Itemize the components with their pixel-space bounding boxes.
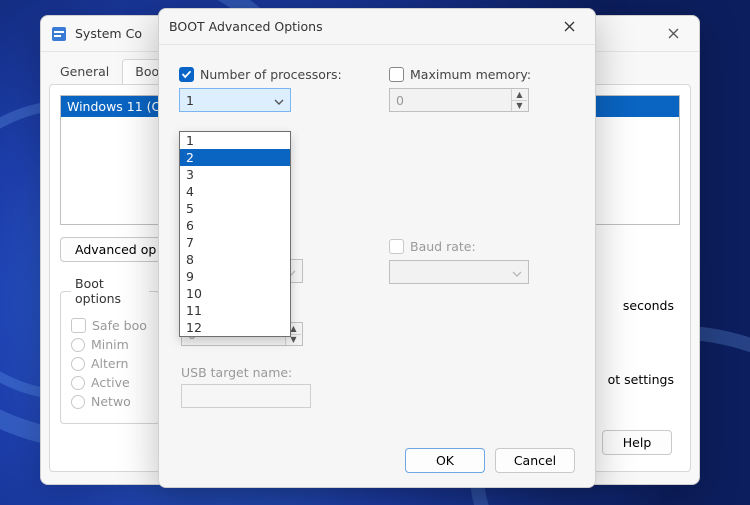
num-processors-option[interactable]: 2 — [180, 149, 290, 166]
max-memory-label: Maximum memory: — [410, 67, 531, 82]
chevron-down-icon — [274, 95, 284, 110]
num-processors-option[interactable]: 5 — [180, 200, 290, 217]
num-processors-option[interactable]: 10 — [180, 285, 290, 302]
permanent-settings-label: ot settings — [608, 372, 674, 387]
max-memory-spinner: 0 ▲▼ — [389, 88, 529, 112]
max-memory-value: 0 — [396, 93, 511, 108]
chevron-down-icon — [512, 267, 522, 282]
cancel-button[interactable]: Cancel — [495, 448, 575, 473]
boot-options-fieldset: Boot options Safe boo Minim Altern Activ… — [60, 276, 160, 424]
num-processors-option[interactable]: 4 — [180, 183, 290, 200]
max-memory-checkbox[interactable]: Maximum memory: — [389, 67, 575, 82]
usb-target-label: USB target name: — [181, 365, 311, 380]
num-processors-option[interactable]: 7 — [180, 234, 290, 251]
safe-boot-checkbox[interactable]: Safe boo — [71, 318, 149, 333]
num-processors-dropdown[interactable]: 123456789101112 — [179, 131, 291, 337]
num-processors-option[interactable]: 9 — [180, 268, 290, 285]
radio-minimal: Minim — [71, 337, 149, 352]
advanced-options-button[interactable]: Advanced op — [60, 237, 162, 262]
close-icon[interactable] — [651, 19, 695, 49]
ok-button[interactable]: OK — [405, 448, 485, 473]
help-button[interactable]: Help — [602, 430, 672, 455]
num-processors-option[interactable]: 11 — [180, 302, 290, 319]
num-processors-combo[interactable]: 1 — [179, 88, 291, 112]
num-processors-value: 1 — [186, 93, 194, 108]
radio-active: Active — [71, 375, 149, 390]
usb-target-input — [181, 384, 311, 408]
num-processors-option[interactable]: 8 — [180, 251, 290, 268]
baud-rate-checkbox: Baud rate: — [389, 239, 529, 254]
boot-options-legend: Boot options — [71, 276, 149, 306]
tab-general[interactable]: General — [47, 59, 122, 85]
num-processors-option[interactable]: 6 — [180, 217, 290, 234]
num-processors-checkbox[interactable]: Number of processors: — [179, 67, 365, 82]
timeout-seconds-label: seconds — [623, 298, 674, 313]
spinner-icon: ▲▼ — [511, 89, 527, 111]
radio-network: Netwo — [71, 394, 149, 409]
baud-rate-label: Baud rate: — [410, 239, 476, 254]
num-processors-option[interactable]: 12 — [180, 319, 290, 336]
modal-titlebar: BOOT Advanced Options — [159, 9, 595, 45]
checkbox-checked-icon — [179, 67, 194, 82]
num-processors-option[interactable]: 3 — [180, 166, 290, 183]
boot-advanced-options-dialog: BOOT Advanced Options Number of processo… — [158, 8, 596, 488]
modal-close-icon[interactable] — [547, 12, 591, 42]
num-processors-label: Number of processors: — [200, 67, 342, 82]
num-processors-option[interactable]: 1 — [180, 132, 290, 149]
baud-rate-combo — [389, 260, 529, 284]
radio-alternate: Altern — [71, 356, 149, 371]
app-icon — [51, 26, 67, 42]
modal-title: BOOT Advanced Options — [169, 19, 547, 34]
